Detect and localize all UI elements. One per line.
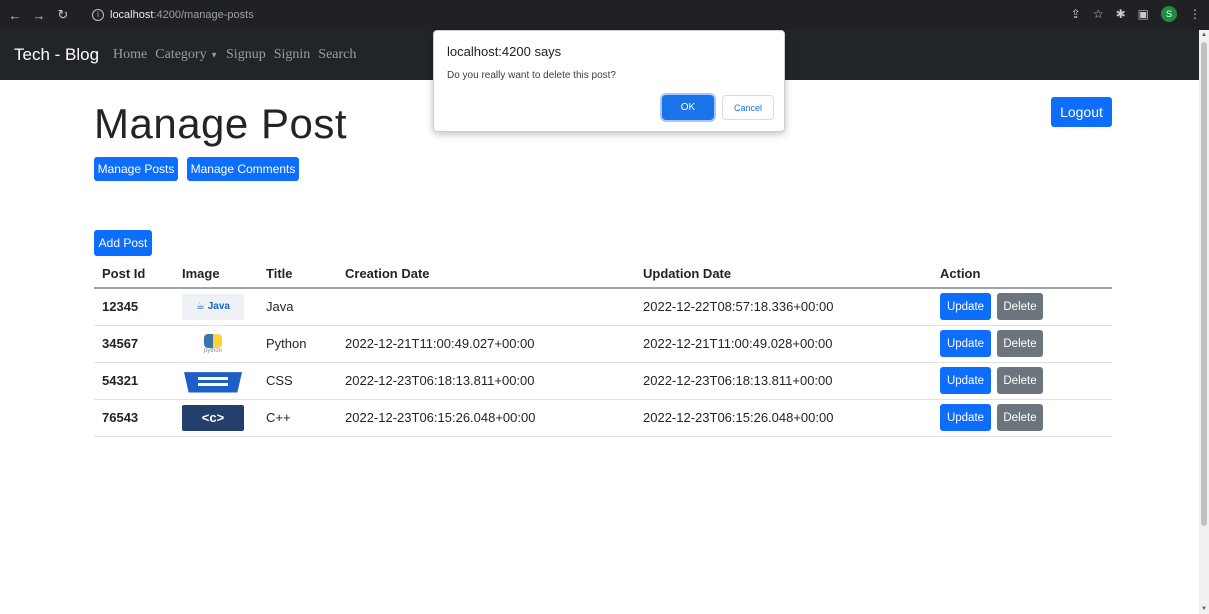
post-title: C++ <box>258 399 337 437</box>
scroll-down-icon[interactable]: ▼ <box>1201 606 1207 612</box>
dialog-cancel-button[interactable]: Cancel <box>722 95 774 120</box>
post-title: Java <box>258 288 337 326</box>
nav-category-label: Category <box>155 47 207 62</box>
post-id: 54321 <box>94 362 174 400</box>
update-button[interactable]: Update <box>940 330 991 357</box>
delete-button[interactable]: Delete <box>997 367 1043 394</box>
post-actions: Update Delete <box>932 325 1112 363</box>
manage-posts-button[interactable]: Manage Posts <box>94 157 178 181</box>
add-post-button[interactable]: Add Post <box>94 230 152 256</box>
scroll-thumb[interactable] <box>1201 42 1207 526</box>
logout-button[interactable]: Logout <box>1051 97 1112 127</box>
star-icon[interactable]: ☆ <box>1093 7 1104 21</box>
delete-button[interactable]: Delete <box>997 404 1043 431</box>
menu-icon[interactable]: ⋮ <box>1189 7 1201 21</box>
nav-search[interactable]: Search <box>318 47 356 63</box>
post-actions: Update Delete <box>932 288 1112 326</box>
delete-button[interactable]: Delete <box>997 330 1043 357</box>
dialog-message: Do you really want to delete this post? <box>447 70 616 81</box>
address-bar[interactable]: i localhost:4200/manage-posts <box>92 5 1192 25</box>
forward-arrow-icon[interactable]: → <box>30 8 48 23</box>
profile-avatar[interactable]: S <box>1161 6 1177 22</box>
dialog-ok-button[interactable]: OK <box>662 95 714 120</box>
extensions-icon[interactable]: ✱ <box>1116 7 1126 21</box>
caret-down-icon: ▼ <box>210 50 219 60</box>
table-header-row: Post Id Image Title Creation Date Updati… <box>94 260 1112 289</box>
post-title: CSS <box>258 362 337 400</box>
page-scrollbar[interactable]: ▲ ▼ <box>1199 30 1209 614</box>
python-logo-text: python <box>203 347 222 354</box>
post-creation-date: 2022-12-23T06:18:13.811+00:00 <box>337 362 635 400</box>
post-updation-date: 2022-12-23T06:18:13.811+00:00 <box>635 362 932 400</box>
reload-icon[interactable]: ↻ <box>54 7 72 23</box>
update-button[interactable]: Update <box>940 293 991 321</box>
table-row: 54321 CSS 2022-12-23T06:18:13.811+00:00 … <box>94 362 1112 400</box>
brand-link[interactable]: Tech - Blog <box>14 45 99 65</box>
header-post-id: Post Id <box>94 260 174 289</box>
post-actions: Update Delete <box>932 362 1112 400</box>
post-image-cell: <c> <box>174 399 258 437</box>
python-logo-image: python <box>182 330 244 357</box>
confirm-dialog: localhost:4200 says Do you really want t… <box>433 30 785 132</box>
header-image: Image <box>174 260 258 289</box>
post-image-cell <box>174 362 258 400</box>
python-snake-icon <box>204 333 222 348</box>
nav-category[interactable]: Category ▼ <box>155 47 218 63</box>
java-logo-image: ☕ Java <box>182 293 244 320</box>
sidepanel-icon[interactable]: ▣ <box>1138 7 1149 21</box>
info-icon[interactable]: i <box>92 9 104 21</box>
table-row: 34567 python Python 2022-12-21T11:00:49.… <box>94 325 1112 363</box>
css-shield-icon <box>184 372 242 393</box>
page-title: Manage Post <box>94 100 347 147</box>
java-logo-text: Java <box>207 301 230 313</box>
post-actions: Update Delete <box>932 399 1112 437</box>
browser-actions: ⇪ ☆ ✱ ▣ S ⋮ <box>1071 6 1201 22</box>
browser-toolbar: ← → ↻ i localhost:4200/manage-posts ⇪ ☆ … <box>0 0 1209 30</box>
back-arrow-icon[interactable]: ← <box>6 8 24 23</box>
cpp-logo-image: <c> <box>182 404 244 431</box>
css-logo-image <box>182 367 244 394</box>
post-id: 34567 <box>94 325 174 363</box>
post-title: Python <box>258 325 337 363</box>
post-creation-date <box>337 288 635 326</box>
share-icon[interactable]: ⇪ <box>1071 7 1081 21</box>
posts-table: Post Id Image Title Creation Date Updati… <box>94 260 1112 437</box>
nav-signin[interactable]: Signin <box>274 47 311 63</box>
url-path: :4200/manage-posts <box>153 9 254 21</box>
delete-button[interactable]: Delete <box>997 293 1043 321</box>
header-action: Action <box>932 260 1112 289</box>
update-button[interactable]: Update <box>940 404 991 431</box>
post-image-cell: ☕ Java <box>174 288 258 326</box>
url-host: localhost <box>110 9 154 21</box>
post-updation-date: 2022-12-21T11:00:49.028+00:00 <box>635 325 932 363</box>
post-creation-date: 2022-12-23T06:15:26.048+00:00 <box>337 399 635 437</box>
header-title: Title <box>258 260 337 289</box>
header-updation-date: Updation Date <box>635 260 932 289</box>
update-button[interactable]: Update <box>940 367 991 394</box>
post-updation-date: 2022-12-23T06:15:26.048+00:00 <box>635 399 932 437</box>
dialog-title: localhost:4200 says <box>447 44 562 59</box>
post-image-cell: python <box>174 325 258 363</box>
table-row: 76543 <c> C++ 2022-12-23T06:15:26.048+00… <box>94 399 1112 437</box>
post-creation-date: 2022-12-21T11:00:49.027+00:00 <box>337 325 635 363</box>
java-cup-icon: ☕ <box>196 301 205 313</box>
nav-home[interactable]: Home <box>113 47 147 63</box>
header-creation-date: Creation Date <box>337 260 635 289</box>
post-id: 76543 <box>94 399 174 437</box>
manage-comments-button[interactable]: Manage Comments <box>187 157 299 181</box>
cpp-logo-text: <c> <box>201 410 225 425</box>
nav-signup[interactable]: Signup <box>226 47 266 63</box>
post-id: 12345 <box>94 288 174 326</box>
post-updation-date: 2022-12-22T08:57:18.336+00:00 <box>635 288 932 326</box>
table-row: 12345 ☕ Java Java 2022-12-22T08:57:18.33… <box>94 288 1112 326</box>
scroll-up-icon[interactable]: ▲ <box>1201 32 1207 38</box>
